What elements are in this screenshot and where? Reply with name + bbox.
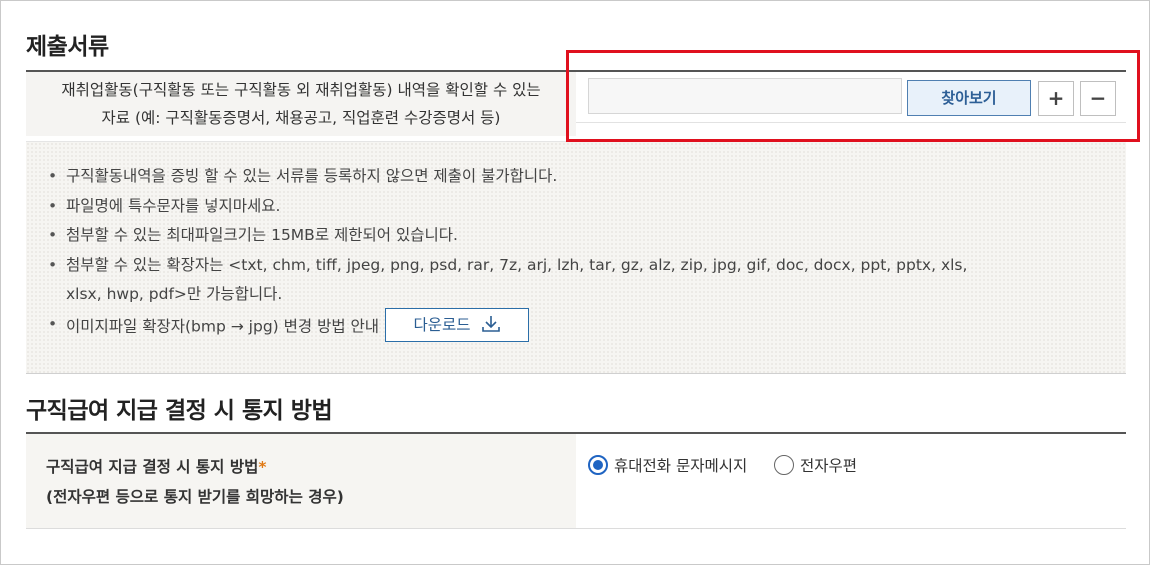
radio-email[interactable] [774,455,794,475]
required-mark: * [258,458,267,476]
notice-item-download: 이미지파일 확장자(bmp → jpg) 변경 방법 안내 다운로드 [48,307,1048,344]
notification-label: 구직급여 지급 결정 시 통지 방법* (전자우편 등으로 통지 받기를 희망하… [46,452,344,512]
notice-item: 첨부할 수 있는 확장자는 <txt, chm, tiff, jpeg, png… [48,251,1006,310]
radio-email-label: 전자우편 [800,457,858,475]
row-divider [26,528,1126,529]
notice-item: 첨부할 수 있는 최대파일크기는 15MB로 제한되어 있습니다. [48,221,1048,251]
radio-option-sms[interactable]: 휴대전화 문자메시지 [588,454,747,476]
notice-list: 구직활동내역을 증빙 할 수 있는 서류를 등록하지 않으면 제출이 불가합니다… [48,162,1048,344]
notice-item: 파일명에 특수문자를 넣지마세요. [48,192,1048,222]
section-title-notification: 구직급여 지급 결정 시 통지 방법 [26,398,333,424]
documents-label-line1: 재취업활동(구직활동 또는 구직활동 외 재취업활동) 내역을 확인할 수 있는 [61,81,541,99]
notice-item-text: 이미지파일 확장자(bmp → jpg) 변경 방법 안내 [66,317,380,336]
download-label: 다운로드 [413,315,471,334]
section-title-documents: 제출서류 [26,34,109,60]
download-button[interactable]: 다운로드 [385,307,530,342]
notification-label-text: 구직급여 지급 결정 시 통지 방법 [46,458,259,476]
radio-option-email[interactable]: 전자우편 [774,454,857,476]
notice-box: 구직활동내역을 증빙 할 수 있는 서류를 등록하지 않으면 제출이 불가합니다… [26,141,1126,374]
radio-sms[interactable] [588,455,608,475]
documents-label-line2: 자료 (예: 구직활동증명서, 채용공고, 직업훈련 수강증명서 등) [101,109,501,127]
documents-label-cell: 재취업활동(구직활동 또는 구직활동 외 재취업활동) 내역을 확인할 수 있는… [26,72,576,136]
radio-sms-label: 휴대전화 문자메시지 [614,457,748,475]
download-icon [481,315,500,332]
highlight-box [566,50,1140,142]
notice-item: 구직활동내역을 증빙 할 수 있는 서류를 등록하지 않으면 제출이 불가합니다… [48,162,1048,192]
notification-sub-label: (전자우편 등으로 통지 받기를 희망하는 경우) [46,488,344,506]
